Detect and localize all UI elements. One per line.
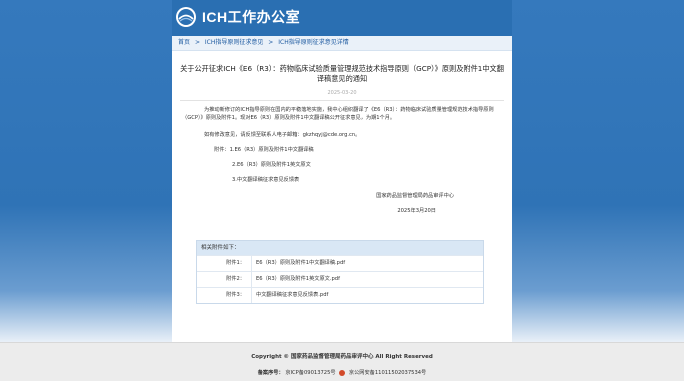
- related-attachments-box: 相关附件如下： 附件1： E6（R3）原则及附件1中文翻译稿.pdf 附件2： …: [196, 240, 484, 304]
- attachment-list-item-3: 3.中文翻译稿征求意见反馈表: [232, 177, 300, 183]
- footer-copyright: Copyright © 国家药品监督管理局药品审评中心 All Right Re…: [251, 354, 433, 360]
- right-background: [512, 0, 684, 342]
- article-title: 关于公开征求ICH《E6（R3）：药物临床试验质量管理规范技术指导原则（GCP）…: [180, 64, 504, 83]
- title-divider: [180, 100, 504, 101]
- footer-registration: 备案序号： 京ICP备09013725号 京公网安备11011502037534…: [0, 369, 684, 376]
- breadcrumb-current[interactable]: ICH指导原则征求意见详情: [278, 39, 348, 46]
- signature-org: 国家药品监督管理局药品审评中心: [376, 193, 454, 199]
- attachment-link[interactable]: 中文翻译稿征求意见反馈表.pdf: [252, 288, 328, 303]
- related-attachments-header: 相关附件如下：: [197, 241, 483, 255]
- attachment-row: 附件3： 中文翻译稿征求意见反馈表.pdf: [197, 287, 483, 303]
- breadcrumb-separator: >: [268, 39, 274, 46]
- breadcrumb-home[interactable]: 首页: [178, 39, 190, 46]
- breadcrumb-separator: >: [194, 39, 200, 46]
- breadcrumb: 首页 > ICH指导原则征求意见 > ICH指导原则征求意见详情: [172, 36, 512, 51]
- breadcrumb-guideline-comments[interactable]: ICH指导原则征求意见: [205, 39, 263, 46]
- police-registration[interactable]: 京公网安备11011502037534号: [349, 370, 426, 376]
- attachment-link[interactable]: E6（R3）原则及附件1中文翻译稿.pdf: [252, 256, 345, 271]
- attachment-list-item-1: 附件：1.E6（R3）原则及附件1中文翻译稿: [214, 147, 314, 153]
- article-paragraph-2: 如有修改意见，请反馈至联系人电子邮箱：gkzhqyj@cde.org.cn。: [204, 132, 361, 138]
- article-date: 2025-03-20: [327, 90, 357, 96]
- left-background: [0, 0, 172, 342]
- attachment-label: 附件1：: [197, 256, 252, 271]
- attachment-list-item-2: 2.E6（R3）原则及附件1英文原文: [232, 162, 311, 168]
- icp-number[interactable]: 京ICP备09013725号: [285, 370, 335, 376]
- police-badge-icon: [339, 369, 346, 376]
- attachment-row: 附件1： E6（R3）原则及附件1中文翻译稿.pdf: [197, 255, 483, 271]
- site-header: ICH工作办公室: [172, 0, 512, 36]
- attachment-link[interactable]: E6（R3）原则及附件1英文原文.pdf: [252, 272, 340, 287]
- site-title[interactable]: ICH工作办公室: [202, 7, 300, 27]
- icp-label: 备案序号：: [257, 370, 284, 376]
- attachment-label: 附件3：: [197, 288, 252, 303]
- page-footer: Copyright © 国家药品监督管理局药品审评中心 All Right Re…: [0, 342, 684, 381]
- signature-date: 2025年3月20日: [397, 208, 436, 214]
- ich-logo-icon[interactable]: [175, 6, 197, 28]
- article-paragraph-1: 为推动新修订的ICH指导原则在国内的平稳落地实施，我中心组织翻译了《E6（R3）…: [182, 107, 494, 121]
- main-content: 首页 > ICH指导原则征求意见 > ICH指导原则征求意见详情 关于公开征求I…: [172, 36, 512, 342]
- attachment-row: 附件2： E6（R3）原则及附件1英文原文.pdf: [197, 271, 483, 287]
- attachment-label: 附件2：: [197, 272, 252, 287]
